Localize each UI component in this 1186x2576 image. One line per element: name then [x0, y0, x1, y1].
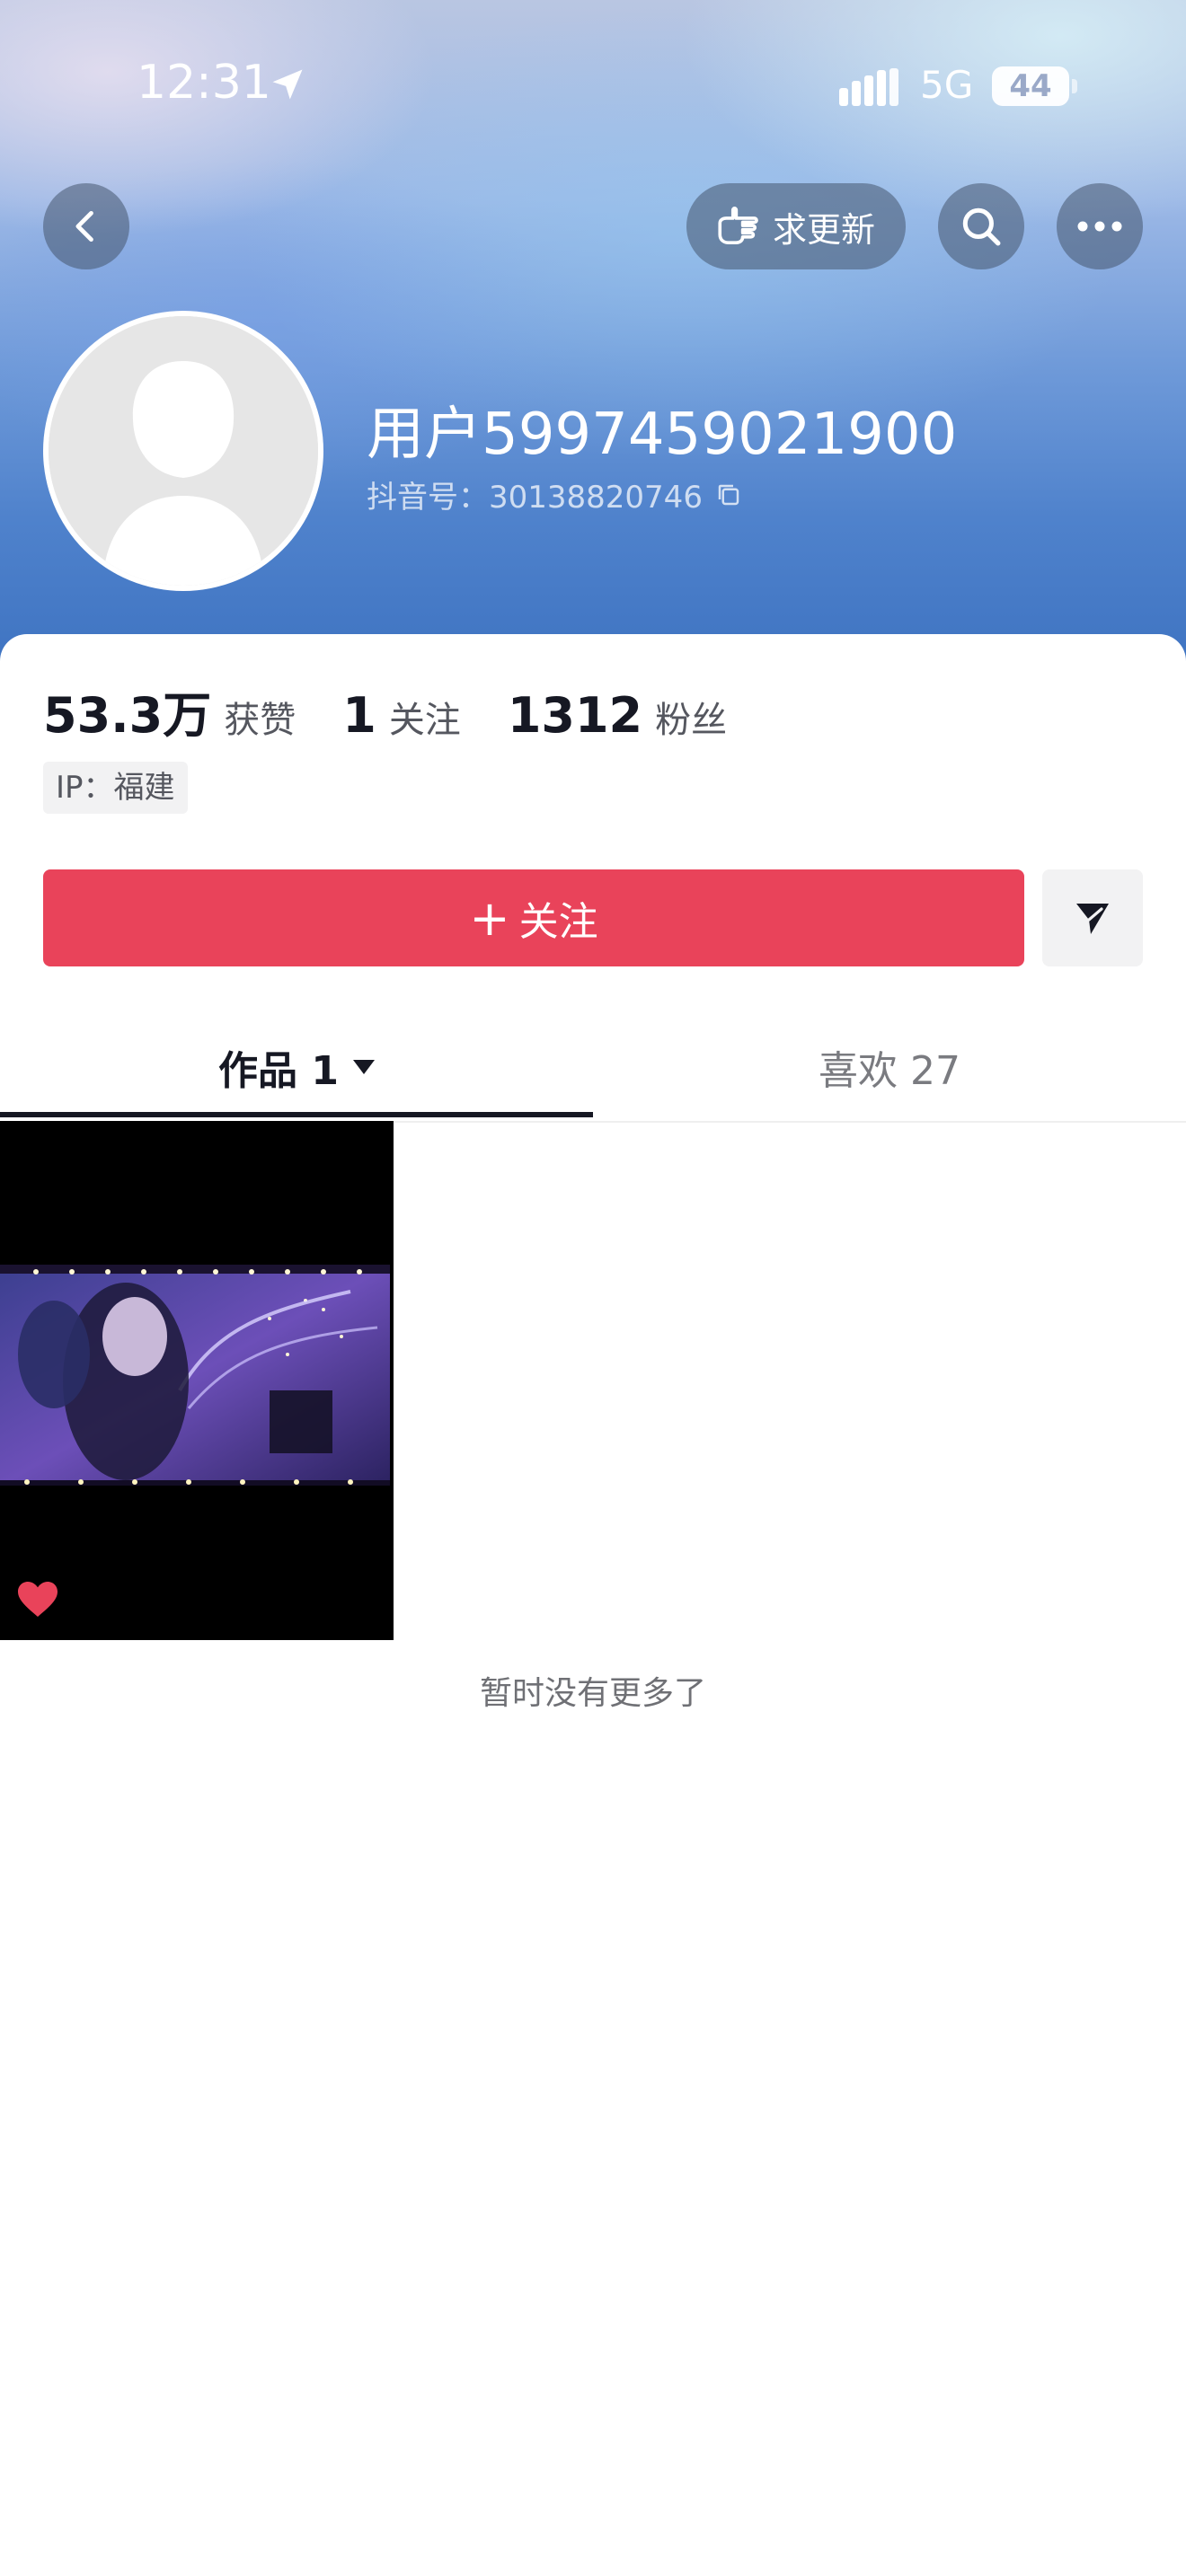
likes-label: 获赞 — [224, 700, 296, 741]
battery-tip — [1072, 79, 1077, 93]
active-tab-indicator — [0, 1112, 593, 1117]
following-count[interactable]: 1 — [342, 687, 376, 744]
tab-works[interactable]: 作品 1 — [0, 1011, 593, 1123]
send-message-icon — [1076, 904, 1109, 934]
pointing-hand-icon — [718, 207, 758, 244]
avatar[interactable] — [43, 311, 323, 591]
following-label[interactable]: 关注 — [389, 691, 461, 743]
tab-works-label: 作品 1 — [218, 1048, 339, 1094]
more-options-button[interactable] — [1057, 183, 1143, 269]
followers-label[interactable]: 粉丝 — [655, 691, 727, 743]
search-icon — [962, 207, 1001, 246]
video-thumbnail[interactable] — [0, 1121, 394, 1640]
message-button[interactable] — [1042, 869, 1143, 966]
back-button[interactable] — [43, 183, 129, 269]
chevron-left-icon — [75, 210, 93, 243]
request-update-button[interactable]: 求更新 — [686, 183, 906, 269]
person-silhouette-icon — [49, 316, 318, 586]
follow-label: 关注 — [518, 899, 598, 945]
location-arrow-icon — [272, 69, 303, 100]
copy-icon[interactable] — [715, 481, 742, 508]
heart-icon — [18, 1582, 58, 1617]
douyin-id: 抖音号：30138820746 — [367, 472, 742, 516]
status-time: 12:31 — [137, 56, 271, 110]
followers-count[interactable]: 1312 — [508, 687, 642, 744]
no-more-content-text: 暂时没有更多了 — [479, 1675, 706, 1712]
profile-page: 12:31 5G 44 求更新 用户5997459021900 抖音号：3013… — [0, 0, 1186, 2576]
tab-likes[interactable]: 喜欢 27 — [593, 1011, 1186, 1123]
battery-indicator: 44 — [992, 66, 1069, 106]
more-dots-icon — [1077, 221, 1122, 232]
follow-button[interactable]: + 关注 — [43, 869, 1024, 966]
profile-tabs: 作品 1 喜欢 27 — [0, 1011, 1186, 1123]
caret-down-icon — [352, 1060, 375, 1074]
profile-stats: 53.3万 获赞 1 关注 1312 粉丝 — [43, 675, 774, 746]
request-update-label: 求更新 — [773, 209, 876, 250]
profile-content: 53.3万 获赞 1 关注 1312 粉丝 IP：福建 + 关注 作品 1 喜欢… — [0, 634, 1186, 2576]
username: 用户5997459021900 — [367, 401, 958, 468]
default-avatar-image — [49, 316, 318, 586]
likes-count: 53.3万 — [43, 687, 212, 744]
search-button[interactable] — [938, 183, 1024, 269]
tab-likes-label: 喜欢 27 — [819, 1048, 960, 1094]
network-type: 5G — [920, 63, 974, 107]
plus-icon: + — [469, 889, 510, 947]
ip-location-tag: IP：福建 — [43, 762, 188, 814]
profile-banner: 12:31 5G 44 求更新 用户5997459021900 抖音号：3013… — [0, 0, 1186, 665]
douyin-id-text: 抖音号：30138820746 — [367, 480, 703, 516]
signal-icon — [839, 68, 898, 106]
concert-stage-image — [0, 1121, 394, 1640]
